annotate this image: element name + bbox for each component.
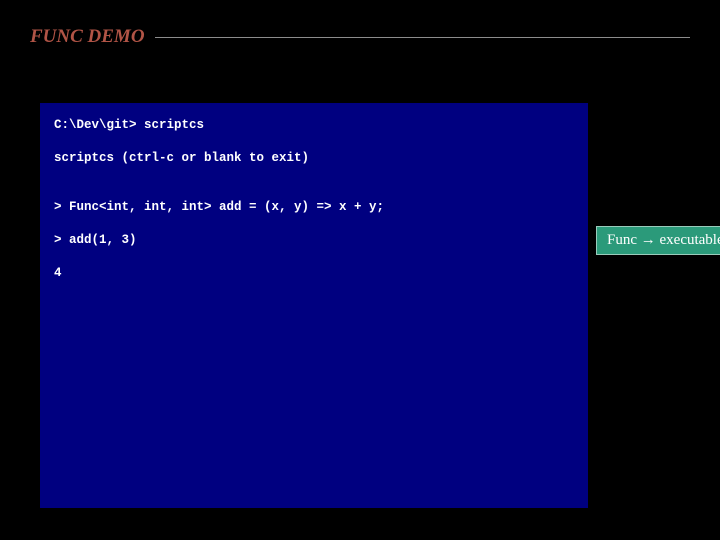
console-prompt-line: C:\Dev\git> scriptcs [54, 117, 574, 134]
header-rule [155, 37, 690, 38]
badge-right: executable [660, 232, 720, 248]
console-input-2: > add(1, 3) [54, 232, 574, 249]
slide-header: FUNC DEMO [0, 0, 720, 48]
console-window[interactable]: C:\Dev\git> scriptcs scriptcs (ctrl-c or… [40, 103, 588, 508]
page-title: FUNC DEMO [30, 26, 145, 48]
badge-left: Func [607, 232, 637, 248]
console-input-1: > Func<int, int, int> add = (x, y) => x … [54, 199, 574, 216]
arrow-right-icon: → [641, 231, 656, 248]
annotation-badge: Func → executable [596, 226, 720, 255]
console-banner: scriptcs (ctrl-c or blank to exit) [54, 150, 574, 167]
console-output: 4 [54, 265, 574, 282]
